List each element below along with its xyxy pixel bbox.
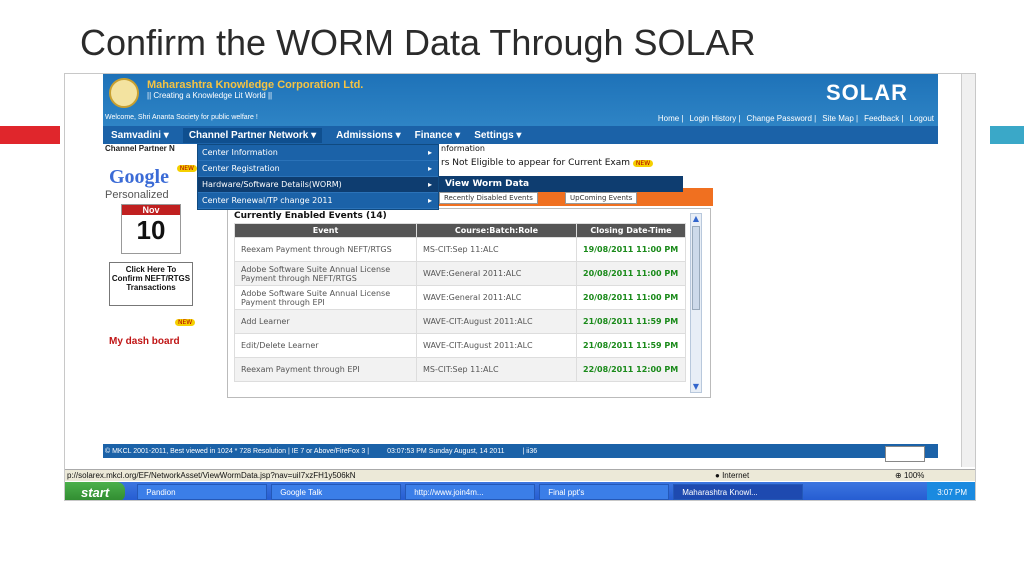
browser-screenshot: Maharashtra Knowledge Corporation Ltd. |… [64, 73, 976, 501]
solar-logo: SOLAR [826, 80, 908, 105]
zoom-icon: ⊕ [895, 471, 902, 480]
task-maharashtra-knowl[interactable]: Maharashtra Knowl... [673, 484, 804, 500]
column-header: Course:Batch:Role [416, 223, 577, 238]
column-header: Event [234, 223, 417, 238]
channel-partner-dropdown: Center Information ▸ Center Registration ▸… [197, 144, 439, 210]
google-calendar-logo: Google [109, 166, 169, 188]
home-link[interactable]: Home | [658, 114, 684, 123]
personalized-label: Personalized [105, 189, 169, 201]
chevron-right-icon: ▸ [427, 196, 432, 205]
events-table: Event Course:Batch:Role Closing Date-Tim… [234, 223, 686, 382]
logout-link[interactable]: Logout [910, 114, 934, 123]
chevron-right-icon: ▸ [427, 148, 432, 157]
nav-settings[interactable]: Settings ▾ [474, 130, 521, 141]
footer-server: | ii36 [522, 447, 538, 455]
table-row[interactable]: Edit/Delete Learner WAVE-CIT:August 2011:… [234, 333, 686, 358]
menu-item-center-registration[interactable]: Center Registration ▸ [198, 161, 438, 177]
task-final-ppts[interactable]: Final ppt's [539, 484, 670, 500]
nav-admissions[interactable]: Admissions ▾ [336, 130, 400, 141]
nav-finance[interactable]: Finance ▾ [415, 130, 461, 141]
events-panel: Currently Enabled Events (14) Event Cour… [227, 208, 711, 398]
org-name: Maharashtra Knowledge Corporation Ltd. [147, 79, 364, 91]
site-footer: © MKCL 2001-2011, Best viewed in 1024 * … [103, 444, 938, 458]
footer-copyright: © MKCL 2001-2011, Best viewed in 1024 * … [105, 447, 370, 455]
menu-item-hardware-software-worm[interactable]: Hardware/Software Details(WORM) ▸ [198, 177, 438, 193]
events-scrollbar[interactable]: ▲ ▼ [690, 213, 702, 393]
column-header: Closing Date-Time [576, 223, 686, 238]
events-title: Currently Enabled Events (14) [234, 211, 387, 221]
slide-title: Confirm the WORM Data Through SOLAR [80, 22, 756, 63]
page-scrollbar[interactable] [961, 74, 975, 467]
feedback-link[interactable]: Feedback | [864, 114, 903, 123]
table-row[interactable]: Adobe Software Suite Annual License Paym… [234, 285, 686, 310]
windows-taskbar: start Pandion Google Talk http://www.joi… [65, 482, 975, 500]
status-zone: ● Internet [715, 471, 750, 480]
info-heading: nformation [441, 144, 485, 153]
new-badge-2: NEW [175, 319, 196, 326]
globe-icon: ● [715, 471, 720, 480]
confirm-neft-button[interactable]: Click Here To Confirm NEFT/RTGS Transact… [109, 262, 193, 306]
menu-item-center-renewal[interactable]: Center Renewal/TP change 2011 ▸ [198, 193, 438, 209]
chevron-right-icon: ▸ [427, 180, 432, 189]
task-google-talk[interactable]: Google Talk [271, 484, 402, 500]
change-password-link[interactable]: Change Password | [747, 114, 817, 123]
tab-recently-disabled[interactable]: Recently Disabled Events [439, 192, 538, 204]
calendar-widget: Nov 10 [121, 204, 181, 254]
footer-datetime: 03:07:53 PM Sunday August, 14 2011 [387, 447, 505, 455]
chevron-right-icon: ▸ [427, 164, 432, 173]
tab-upcoming-events[interactable]: UpComing Events [565, 192, 638, 204]
status-url: p://solarex.mkcl.org/EF/NetworkAsset/Vie… [67, 471, 356, 480]
calendar-day: 10 [136, 215, 166, 245]
table-row[interactable]: Reexam Payment through EPI MS-CIT:Sep 11:… [234, 357, 686, 382]
main-nav: Samvadini ▾ Channel Partner Network ▾ Ad… [103, 126, 938, 144]
menu-item-center-information[interactable]: Center Information ▸ [198, 145, 438, 161]
calendar-month: Nov [122, 205, 180, 215]
start-button[interactable]: start [65, 482, 126, 500]
scroll-thumb[interactable] [692, 226, 700, 310]
nav-samvadini[interactable]: Samvadini ▾ [111, 130, 169, 141]
mkcl-logo-icon [109, 78, 139, 108]
new-badge: NEW [176, 165, 197, 172]
verified-seal-icon [885, 446, 925, 462]
table-row[interactable]: Adobe Software Suite Annual License Paym… [234, 261, 686, 286]
submenu-view-worm-data[interactable]: View Worm Data [439, 176, 683, 192]
org-tagline: || Creating a Knowledge Lit World || [147, 91, 273, 100]
header-links: Home | Login History | Change Password |… [658, 114, 934, 123]
info-notice: rs Not Eligible to appear for Current Ex… [441, 158, 654, 168]
scroll-up-icon[interactable]: ▲ [691, 214, 701, 224]
decor-red-bar [0, 126, 60, 144]
status-zoom[interactable]: ⊕ 100% [895, 471, 924, 480]
welcome-text: Welcome, Shri Ananta Society for public … [105, 114, 258, 121]
my-dashboard-link[interactable]: My dash board [109, 336, 180, 347]
system-tray-clock: 3:07 PM [927, 482, 975, 500]
nav-channel-partner-network[interactable]: Channel Partner Network ▾ [182, 127, 323, 143]
decor-blue-bar [990, 126, 1024, 144]
table-row[interactable]: Add Learner WAVE-CIT:August 2011:ALC 21/08… [234, 309, 686, 334]
browser-status-bar: p://solarex.mkcl.org/EF/NetworkAsset/Vie… [65, 469, 975, 481]
site-header: Maharashtra Knowledge Corporation Ltd. |… [103, 74, 938, 129]
table-row[interactable]: Reexam Payment through NEFT/RTGS MS-CIT:S… [234, 237, 686, 262]
task-join4m[interactable]: http://www.join4m... [405, 484, 536, 500]
scroll-down-icon[interactable]: ▼ [691, 382, 701, 392]
login-history-link[interactable]: Login History | [690, 114, 741, 123]
task-pandion[interactable]: Pandion [137, 484, 268, 500]
site-map-link[interactable]: Site Map | [822, 114, 858, 123]
